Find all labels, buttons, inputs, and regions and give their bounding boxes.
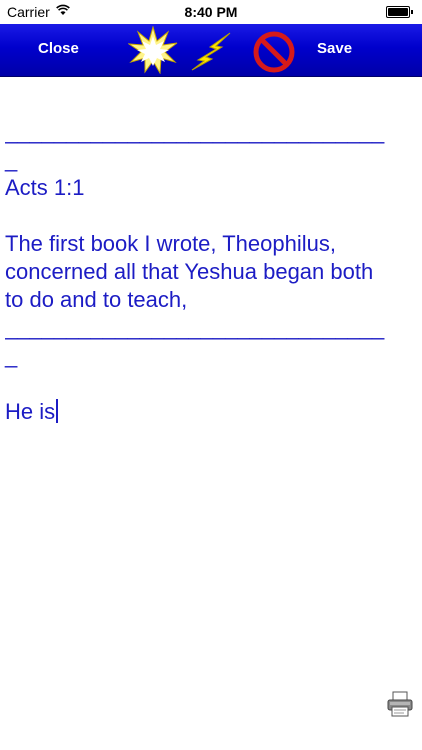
text-cursor bbox=[56, 399, 59, 423]
save-button[interactable]: Save bbox=[317, 40, 352, 57]
separator-tail: _ bbox=[5, 343, 18, 368]
close-button[interactable]: Close bbox=[38, 40, 79, 57]
verse-text-line: to do and to teach, bbox=[5, 287, 188, 312]
separator-tail: _ bbox=[5, 147, 18, 172]
verse-text-line: concerned all that Yeshua began both bbox=[5, 259, 374, 284]
status-bar: Carrier 8:40 PM bbox=[0, 0, 422, 24]
verse-text-line: The first book I wrote, Theophilus, bbox=[5, 231, 336, 256]
separator-line: _______________________________ bbox=[5, 315, 385, 340]
status-time: 8:40 PM bbox=[184, 4, 238, 20]
battery-icon bbox=[386, 6, 413, 18]
separator-line: _______________________________ bbox=[5, 119, 385, 144]
no-sign-icon[interactable] bbox=[252, 30, 296, 74]
user-note-line[interactable]: He is bbox=[5, 398, 415, 426]
burst-icon[interactable] bbox=[128, 26, 178, 74]
toolbar: Close Save bbox=[0, 24, 422, 77]
verse-reference: Acts 1:1 bbox=[5, 175, 85, 200]
printer-icon[interactable] bbox=[386, 690, 414, 718]
note-editor[interactable]: _______________________________ _ Acts 1… bbox=[5, 118, 415, 426]
user-note-text: He is bbox=[5, 399, 56, 424]
lightning-icon[interactable] bbox=[190, 30, 234, 72]
